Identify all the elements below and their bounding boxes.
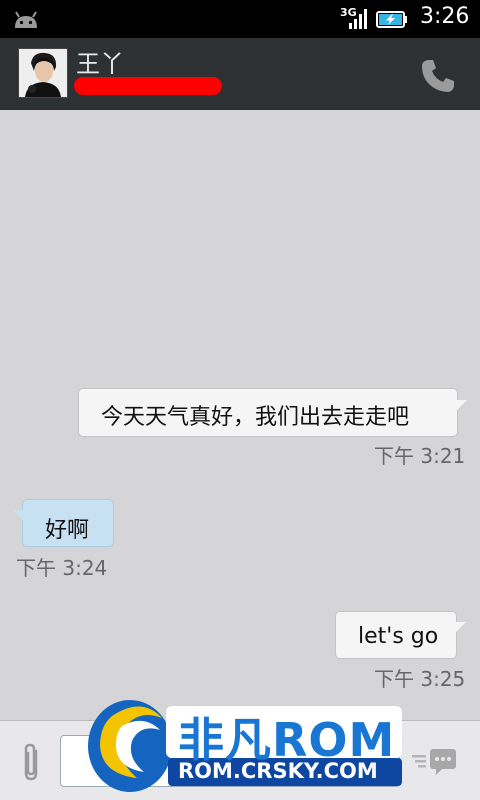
contact-avatar[interactable] xyxy=(18,48,68,98)
signal-strength-icon xyxy=(349,9,367,29)
status-bar: 3G 3:26 xyxy=(0,0,480,38)
status-clock: 3:26 xyxy=(420,4,470,29)
bubble-tail xyxy=(457,400,467,410)
message-bubble-outgoing[interactable]: 今天天气真好，我们出去走走吧 xyxy=(78,388,458,437)
message-text: 好啊 xyxy=(45,518,90,543)
rom-watermark-logo: 非凡ROM ROM.CRSKY.COM xyxy=(82,696,404,796)
message-time: 下午 3:24 xyxy=(16,556,108,580)
phone-call-icon[interactable] xyxy=(418,56,458,96)
message-time: 下午 3:25 xyxy=(374,667,466,691)
message-text: 今天天气真好，我们出去走走吧 xyxy=(101,405,410,430)
message-bubble-incoming[interactable]: 好啊 xyxy=(22,499,114,547)
conversation-header: 王丫 xyxy=(0,38,480,110)
message-list[interactable]: 今天天气真好，我们出去走走吧 下午 3:21 好啊 下午 3:24 let's … xyxy=(0,110,480,720)
watermark-url: ROM.CRSKY.COM xyxy=(178,759,378,783)
contact-name: 王丫 xyxy=(76,50,124,78)
message-text: let's go xyxy=(358,624,439,649)
bubble-tail xyxy=(456,622,466,632)
redacted-phone-number xyxy=(74,77,222,95)
android-notification-icon xyxy=(15,11,37,28)
message-bubble-outgoing[interactable]: let's go xyxy=(335,611,457,659)
send-message-icon[interactable] xyxy=(410,747,458,777)
bubble-tail xyxy=(13,510,23,520)
message-time: 下午 3:21 xyxy=(374,444,466,468)
battery-charging-icon xyxy=(376,11,407,28)
paperclip-icon[interactable] xyxy=(20,743,44,783)
person-photo-icon xyxy=(19,49,67,97)
